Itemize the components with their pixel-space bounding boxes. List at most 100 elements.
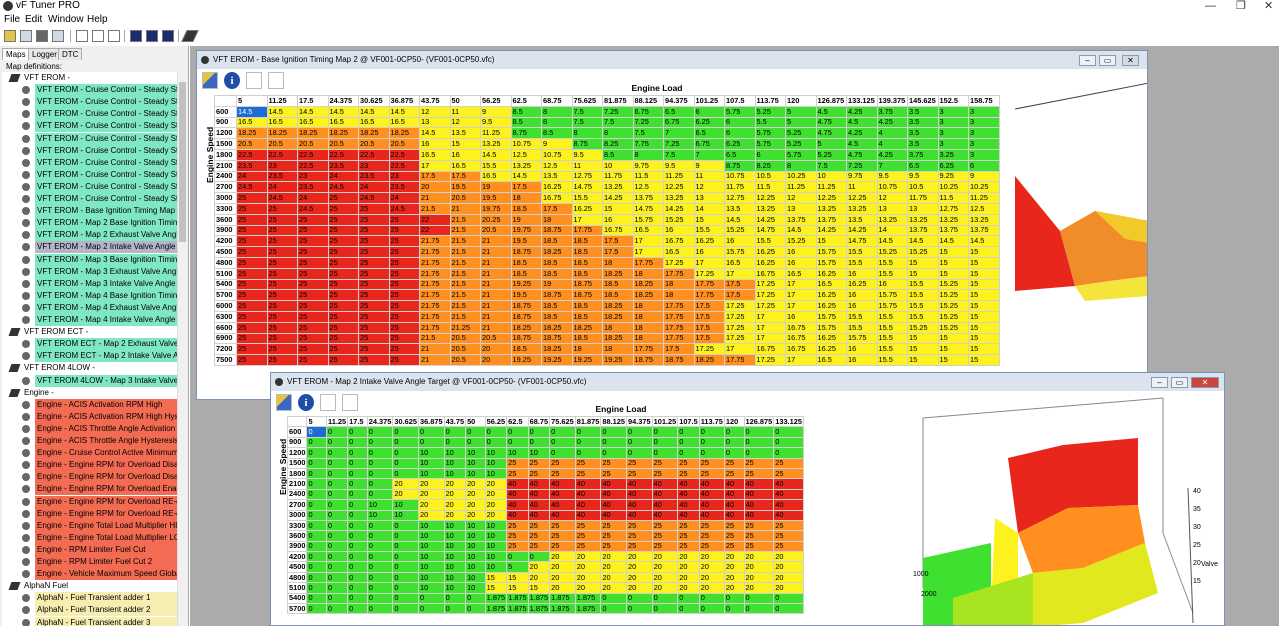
table-cell[interactable]: 20 — [698, 551, 725, 563]
table-cell[interactable]: 16.5 — [724, 256, 756, 269]
table-cell[interactable]: 24 — [388, 192, 420, 204]
table-cell[interactable]: 25 — [388, 235, 420, 248]
table-cell[interactable]: 18.5 — [571, 310, 603, 323]
table-cell[interactable]: 17.75 — [693, 289, 725, 302]
table-cell[interactable]: 17.5 — [693, 332, 725, 345]
table-cell[interactable]: 19 — [541, 278, 573, 291]
table-cell[interactable]: 16.5 — [388, 116, 420, 129]
table-cell[interactable]: 20 — [651, 571, 679, 584]
table-cell[interactable]: 9 — [480, 105, 512, 118]
table-cell[interactable]: 18.75 — [541, 289, 573, 302]
table-cell[interactable]: 25 — [677, 540, 700, 553]
table-cell[interactable]: 0 — [677, 447, 700, 459]
table-cell[interactable]: 0 — [392, 571, 419, 584]
tree-item[interactable]: VFT EROM - Map 4 Exhaust Valve Angle Ta — [2, 301, 177, 314]
table-cell[interactable]: 15 — [815, 235, 847, 248]
table-cell[interactable]: 10 — [465, 582, 486, 594]
table-cell[interactable]: 0 — [392, 603, 419, 615]
table-cell[interactable]: 22 — [419, 224, 451, 237]
table-cell[interactable]: 25 — [236, 213, 268, 226]
table-cell[interactable]: 15 — [907, 332, 939, 345]
table-cell[interactable]: 25 — [698, 519, 725, 532]
tree-item[interactable]: VFT EROM - Map 2 Base Ignition Timing — [2, 217, 177, 230]
tree-item[interactable]: VFT EROM - Base Ignition Timing Map 2 — [2, 205, 177, 218]
table-cell[interactable]: 40 — [773, 509, 804, 521]
table-cell[interactable]: 25 — [297, 278, 329, 291]
menu-help[interactable]: Help — [87, 14, 108, 26]
table-cell[interactable]: 40 — [651, 488, 679, 501]
table-cell[interactable]: 25 — [358, 256, 390, 269]
table-cell[interactable]: 18.75 — [510, 246, 542, 258]
tree-item[interactable]: VFT EROM - Map 3 Base Ignition Timing — [2, 253, 177, 266]
table-cell[interactable]: 40 — [574, 509, 602, 521]
window-minimize-button[interactable]: – — [1151, 377, 1168, 388]
tree-item[interactable]: Engine - ACIS Activation RPM High Hyster… — [2, 410, 177, 423]
table-cell[interactable]: 25 — [297, 300, 329, 312]
table-cell[interactable]: 0 — [392, 551, 419, 563]
table-cell[interactable]: 17 — [754, 321, 786, 334]
table-cell[interactable]: 0 — [506, 551, 529, 563]
table-cell[interactable]: 10.25 — [968, 181, 1000, 194]
table-cell[interactable]: 18 — [632, 267, 664, 280]
table-cell[interactable]: 16.25 — [815, 267, 847, 280]
table-cell[interactable]: 3.5 — [907, 116, 939, 129]
table-cell[interactable]: 20 — [465, 488, 486, 501]
table-cell[interactable]: 0 — [773, 436, 804, 449]
table-cell[interactable]: 1.875 — [574, 592, 602, 605]
table-cell[interactable]: 0 — [326, 540, 349, 553]
table-cell[interactable]: 40 — [527, 488, 551, 501]
table-cell[interactable]: 25 — [327, 256, 359, 269]
table-cell[interactable]: 17.5 — [693, 310, 725, 323]
table-cell[interactable]: 17.25 — [693, 267, 725, 280]
table-cell[interactable]: 10 — [465, 540, 486, 553]
table-cell[interactable]: 5.75 — [754, 127, 786, 140]
table-cell[interactable]: 0 — [465, 592, 486, 605]
table-cell[interactable]: 16.75 — [785, 343, 817, 356]
table-cell[interactable]: 0 — [366, 426, 394, 438]
table-cell[interactable]: 0 — [465, 603, 486, 615]
table-cell[interactable]: 25 — [327, 224, 359, 237]
table-cell[interactable]: 0 — [366, 519, 394, 532]
table-cell[interactable]: 6.25 — [724, 138, 756, 150]
table-cell[interactable]: 14.5 — [419, 127, 451, 140]
table-cell[interactable]: 16 — [876, 278, 908, 291]
tree-item[interactable]: VFT EROM - Cruise Control - Steady State — [2, 84, 177, 97]
table-cell[interactable]: 3.75 — [876, 105, 908, 118]
table-cell[interactable]: 0 — [366, 488, 394, 501]
table-cell[interactable]: 0 — [347, 561, 368, 573]
table-cell[interactable]: 25 — [388, 289, 420, 302]
table-cell[interactable]: 20 — [600, 561, 627, 573]
table-cell[interactable]: 0 — [306, 478, 328, 490]
table-cell[interactable]: 0 — [651, 447, 679, 459]
table-cell[interactable]: 40 — [527, 478, 551, 490]
table-cell[interactable]: 10 — [366, 509, 394, 521]
table-cell[interactable]: 19 — [510, 213, 542, 226]
table-cell[interactable]: 18 — [510, 192, 542, 204]
table-cell[interactable]: 10 — [443, 447, 467, 459]
table-cell[interactable]: 25 — [723, 519, 745, 532]
table-cell[interactable]: 25 — [574, 467, 602, 480]
table-cell[interactable]: 25 — [527, 540, 551, 553]
table-cell[interactable]: 40 — [600, 488, 627, 501]
table-cell[interactable]: 25 — [327, 300, 359, 312]
table-cell[interactable]: 16.5 — [663, 246, 695, 258]
table-cell[interactable]: 15.5 — [480, 159, 512, 172]
table-cell[interactable]: 15 — [968, 278, 1000, 291]
table-cell[interactable]: 21.5 — [449, 310, 481, 323]
table-cell[interactable]: 10.75 — [510, 138, 542, 150]
table-cell[interactable]: 40 — [698, 488, 725, 501]
table-cell[interactable]: 14.5 — [876, 235, 908, 248]
table-cell[interactable]: 0 — [743, 426, 775, 438]
table-cell[interactable]: 10 — [417, 447, 445, 459]
table-cell[interactable]: 20 — [698, 561, 725, 573]
table-cell[interactable]: 16 — [785, 246, 817, 258]
table-cell[interactable]: 4.5 — [846, 138, 878, 150]
table-cell[interactable]: 20 — [677, 571, 700, 584]
table-cell[interactable]: 5.75 — [785, 148, 817, 161]
table-cell[interactable]: 14.25 — [602, 192, 634, 204]
table-cell[interactable]: 1.875 — [527, 592, 551, 605]
table-cell[interactable]: 0 — [326, 561, 349, 573]
table-cell[interactable]: 25 — [236, 235, 268, 248]
table-cell[interactable]: 4.25 — [876, 116, 908, 129]
table-cell[interactable]: 0 — [306, 426, 328, 438]
